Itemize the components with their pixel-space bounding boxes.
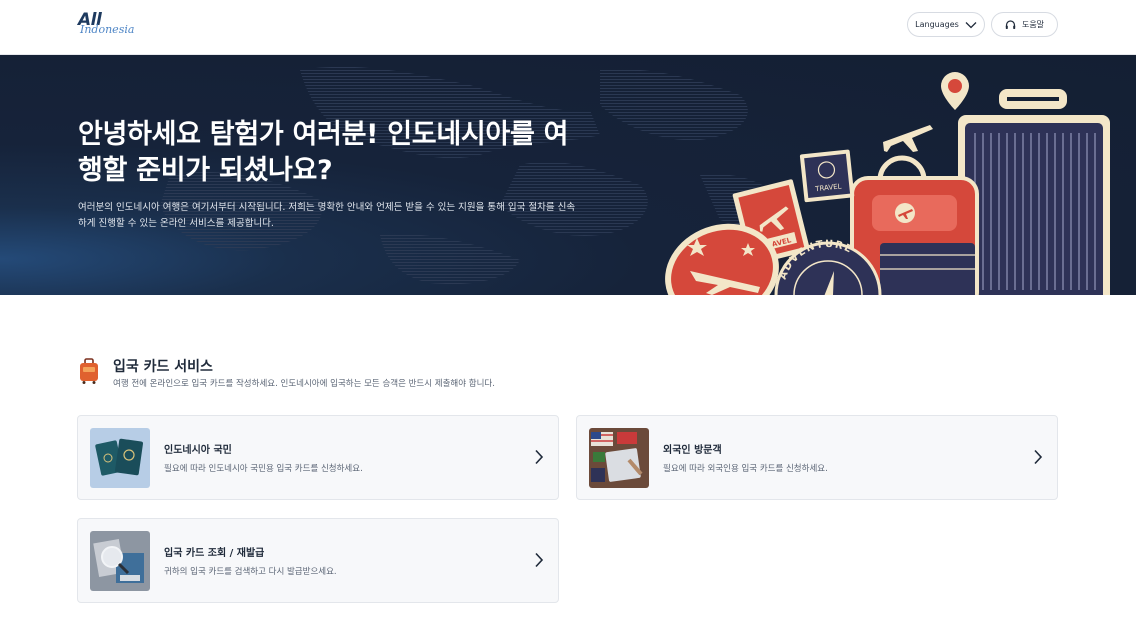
help-button[interactable]: 도움말	[991, 12, 1058, 37]
help-label: 도움말	[1021, 20, 1045, 29]
hero-banner: TRAVEL TRAVEL ADVENTURE 안녕하세요 탐험가 여러분! 인…	[0, 55, 1136, 295]
hero-title: 안녕하세요 탐험가 여러분! 인도네시아를 여행할 준비가 되셨나요?	[78, 119, 569, 186]
section-title: 입국 카드 서비스	[113, 359, 213, 375]
passport-thumbnail	[90, 428, 150, 488]
location-pin-icon	[941, 72, 969, 110]
card-title: 외국인 방문객	[663, 445, 722, 456]
logo-text-indonesia: Indonesia	[80, 23, 135, 36]
magnifier-documents-thumbnail	[90, 531, 150, 591]
chevron-right-icon	[1034, 449, 1043, 465]
chevron-right-icon	[535, 552, 544, 568]
card-title: 인도네시아 국민	[164, 445, 232, 456]
card-indonesian-citizen[interactable]: 인도네시아 국민 필요에 따라 인도네시아 국민용 입국 카드를 신청하세요.	[77, 415, 559, 500]
card-description: 귀하의 입국 카드를 검색하고 다시 발급받으세요.	[164, 567, 337, 577]
languages-label: Languages	[915, 20, 959, 29]
card-description: 필요에 따라 인도네시아 국민용 입국 카드를 신청하세요.	[164, 464, 363, 474]
luggage-icon	[80, 358, 98, 384]
airplane-icon	[883, 125, 933, 152]
card-lookup-reissue[interactable]: 입국 카드 조회 / 재발급 귀하의 입국 카드를 검색하고 다시 발급받으세요…	[77, 518, 559, 603]
card-description: 필요에 따라 외국인용 입국 카드를 신청하세요.	[663, 464, 828, 474]
section-subtitle: 여행 전에 온라인으로 입국 카드를 작성하세요. 인도네시아에 입국하는 모든…	[113, 379, 495, 389]
suitcase-illustration	[958, 89, 1110, 295]
chevron-right-icon	[535, 449, 544, 465]
site-logo[interactable]: All Indonesia	[78, 10, 142, 40]
site-header: All Indonesia Languages 도움말	[0, 0, 1136, 55]
chevron-down-icon	[965, 21, 977, 28]
card-title: 입국 카드 조회 / 재발급	[164, 548, 265, 559]
languages-button[interactable]: Languages	[907, 12, 985, 37]
travel-stamp-small: TRAVEL	[799, 149, 855, 203]
hero-description: 여러분의 인도네시아 여행은 여기서부터 시작됩니다. 저희는 명확한 안내와 …	[78, 202, 576, 229]
card-foreign-visitor[interactable]: 외국인 방문객 필요에 따라 외국인용 입국 카드를 신청하세요.	[576, 415, 1058, 500]
headset-icon	[1005, 19, 1016, 29]
travel-documents-thumbnail	[589, 428, 649, 488]
